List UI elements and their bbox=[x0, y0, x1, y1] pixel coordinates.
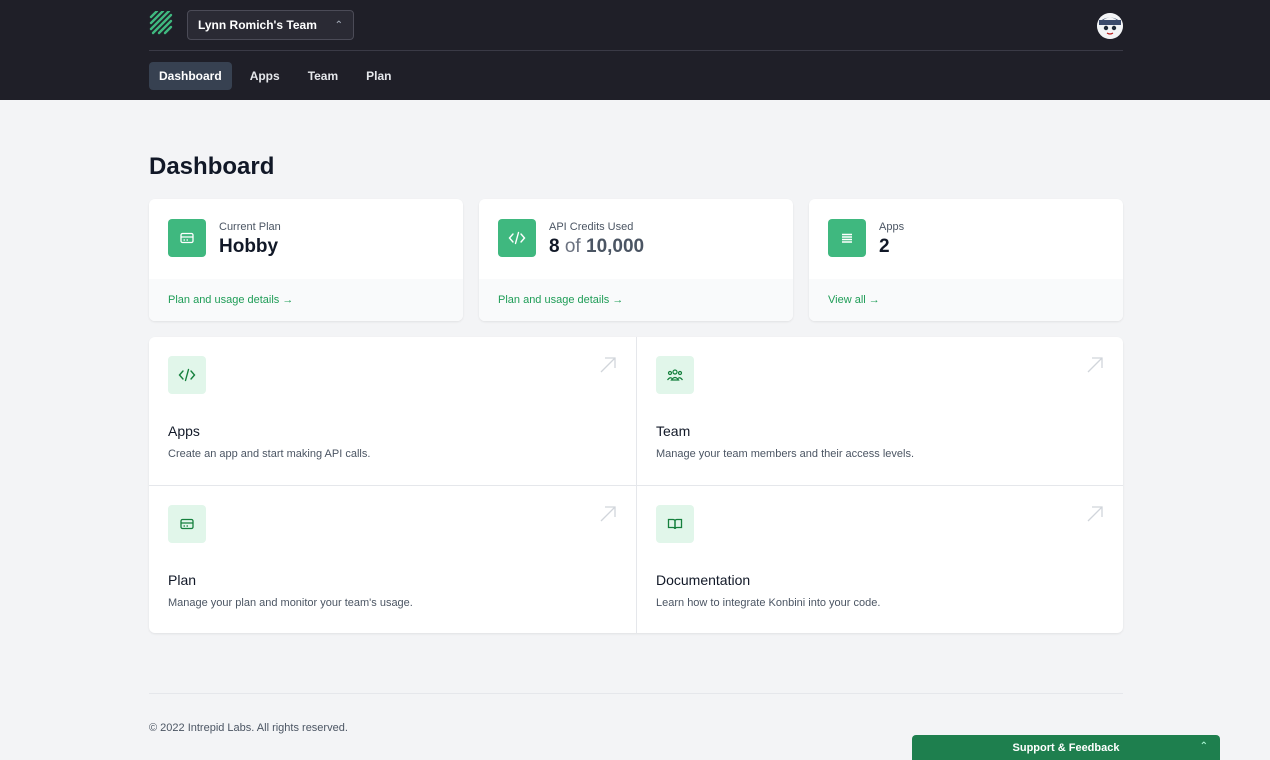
stat-card-api-credits: API Credits Used 8 of 10,000 Plan and us… bbox=[479, 199, 793, 321]
plan-usage-link[interactable]: Plan and usage details → bbox=[168, 294, 293, 306]
nav-plan[interactable]: Plan bbox=[356, 62, 401, 90]
support-feedback-button[interactable]: Support & Feedback ⌃ bbox=[912, 735, 1220, 760]
tile-title: Plan bbox=[168, 572, 197, 588]
plan-usage-link[interactable]: Plan and usage details → bbox=[498, 294, 623, 306]
tile-title: Team bbox=[656, 423, 691, 439]
code-icon bbox=[498, 218, 536, 257]
users-icon bbox=[656, 356, 694, 394]
support-feedback-label: Support & Feedback bbox=[1012, 741, 1120, 754]
tile-documentation[interactable]: Documentation Learn how to integrate Kon… bbox=[636, 485, 1123, 633]
view-all-link[interactable]: View all → bbox=[828, 294, 880, 306]
tile-apps[interactable]: Apps Create an app and start making API … bbox=[149, 337, 636, 485]
avatar[interactable] bbox=[1097, 13, 1123, 39]
credits-total: 10,000 bbox=[586, 235, 645, 257]
stat-label: API Credits Used bbox=[549, 220, 634, 233]
stats-row: Current Plan Hobby Plan and usage detail… bbox=[149, 199, 1123, 321]
stat-card-apps: Apps 2 View all → bbox=[809, 199, 1123, 321]
page-title: Dashboard bbox=[149, 153, 275, 180]
credit-card-icon bbox=[168, 218, 206, 257]
arrow-up-right-icon bbox=[600, 506, 616, 522]
stat-value: Hobby bbox=[219, 235, 279, 257]
logo-icon[interactable] bbox=[149, 11, 173, 39]
chevron-up-icon: ⌃ bbox=[1199, 741, 1208, 752]
credit-card-icon bbox=[168, 505, 206, 543]
avatar-image bbox=[1097, 13, 1123, 39]
code-icon bbox=[168, 356, 206, 394]
list-icon bbox=[828, 218, 866, 257]
tile-description: Manage your team members and their acces… bbox=[656, 448, 915, 460]
top-navigation-bar: Lynn Romich's Team ⌃ Dashboard Apps Team… bbox=[0, 0, 1270, 100]
tile-description: Learn how to integrate Konbini into your… bbox=[656, 597, 881, 609]
arrow-up-right-icon bbox=[600, 357, 616, 373]
team-switcher[interactable]: Lynn Romich's Team ⌃ bbox=[187, 10, 354, 40]
stat-value: 2 bbox=[879, 235, 890, 257]
arrow-up-right-icon bbox=[1087, 357, 1103, 373]
nav-dashboard[interactable]: Dashboard bbox=[149, 61, 232, 90]
book-icon bbox=[656, 505, 694, 543]
nav-apps[interactable]: Apps bbox=[240, 62, 290, 90]
arrow-up-right-icon bbox=[1087, 506, 1103, 522]
stat-value: 8 of 10,000 bbox=[549, 236, 644, 258]
tile-title: Documentation bbox=[656, 572, 751, 588]
tile-plan[interactable]: Plan Manage your plan and monitor your t… bbox=[149, 485, 636, 633]
stat-label: Current Plan bbox=[219, 220, 281, 233]
stat-label: Apps bbox=[879, 220, 905, 233]
credits-of: of bbox=[564, 235, 581, 257]
tile-description: Manage your plan and monitor your team's… bbox=[168, 597, 413, 609]
copyright-text: © 2022 Intrepid Labs. All rights reserve… bbox=[149, 722, 348, 734]
footer: © 2022 Intrepid Labs. All rights reserve… bbox=[149, 693, 1123, 734]
quick-links-grid: Apps Create an app and start making API … bbox=[149, 337, 1123, 633]
credits-used: 8 bbox=[549, 235, 560, 257]
main-content: Dashboard Current Plan Hobby Plan and us… bbox=[149, 152, 1123, 734]
tile-description: Create an app and start making API calls… bbox=[168, 448, 371, 460]
team-switcher-label: Lynn Romich's Team bbox=[198, 18, 317, 32]
tile-team[interactable]: Team Manage your team members and their … bbox=[636, 337, 1123, 485]
chevron-updown-icon: ⌃ bbox=[334, 19, 343, 31]
nav-team[interactable]: Team bbox=[298, 62, 348, 90]
stat-card-current-plan: Current Plan Hobby Plan and usage detail… bbox=[149, 199, 463, 321]
tile-title: Apps bbox=[168, 423, 200, 439]
